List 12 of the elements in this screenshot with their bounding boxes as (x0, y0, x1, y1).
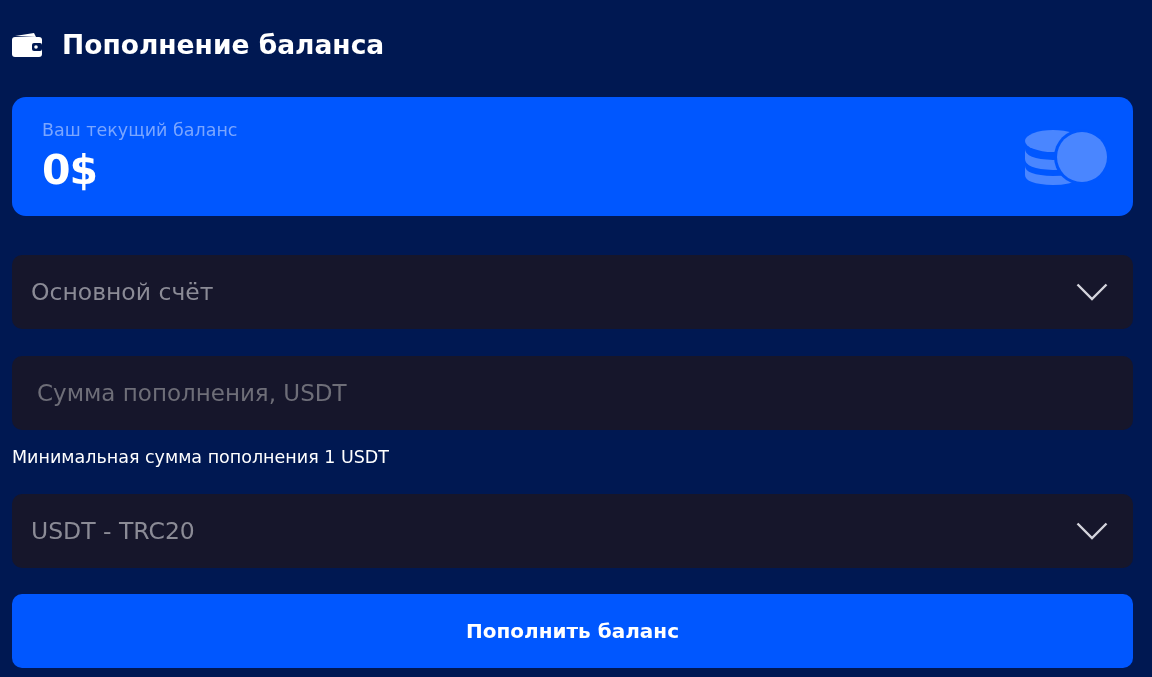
top-up-button[interactable]: Пополнить баланс (12, 594, 1133, 668)
dropdown-select[interactable]: Основной счёт (12, 255, 1133, 329)
chevron-down-icon (1076, 283, 1108, 301)
dropdown-select[interactable]: USDT - TRC20 (12, 494, 1133, 568)
minimum-amount-hint: Минимальная сумма пополнения 1 USDT (12, 446, 389, 468)
page-title: Пополнение баланса (62, 28, 385, 62)
chevron-down-icon (1076, 522, 1108, 540)
coins-icon (1025, 128, 1109, 185)
amount-input-field[interactable]: Сумма пополнения, USDT (12, 356, 1133, 430)
balance-amount: 0$ (42, 144, 98, 195)
balance-label: Ваш текущий баланс (42, 118, 238, 141)
wallet-icon (12, 33, 42, 57)
